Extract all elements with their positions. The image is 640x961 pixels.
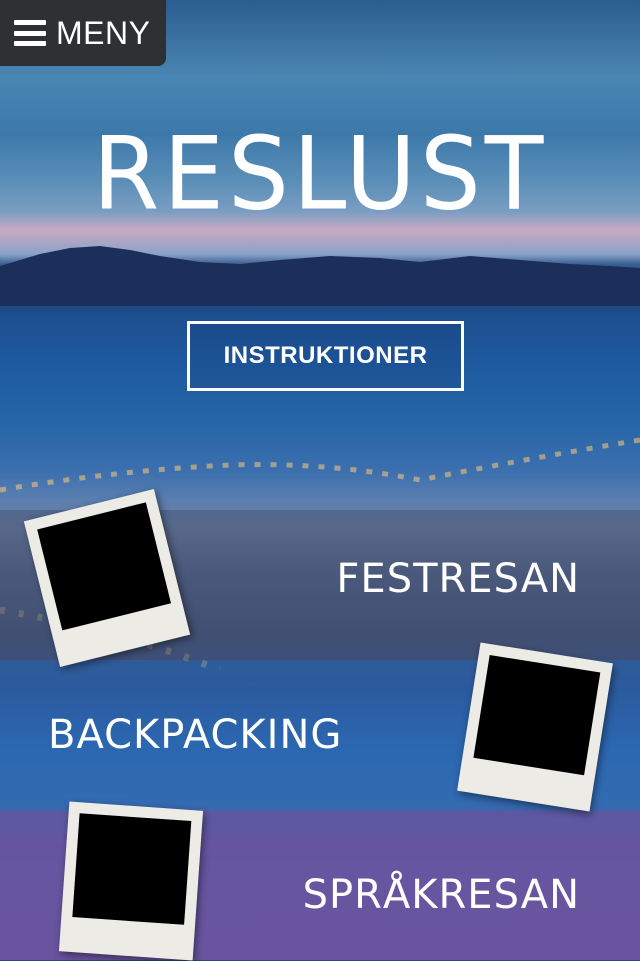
photo-placeholder [72,813,192,925]
category-label-sprakresan: SPRÅKRESAN [302,872,580,918]
polaroid-photo-sprakresan[interactable] [58,801,204,961]
category-label-festresan: FESTRESAN [336,556,580,602]
photo-placeholder [37,502,172,631]
site-title: RESLUST [92,115,548,233]
mountain-silhouette [0,246,640,306]
menu-label: MENY [56,14,151,51]
menu-button[interactable]: MENY [0,0,166,66]
polaroid-photo-backpacking[interactable] [457,642,613,812]
photo-placeholder [473,655,601,776]
category-label-backpacking: BACKPACKING [48,712,343,758]
instructions-button[interactable]: INSTRUKTIONER [187,321,464,391]
hamburger-menu-icon [14,20,46,46]
